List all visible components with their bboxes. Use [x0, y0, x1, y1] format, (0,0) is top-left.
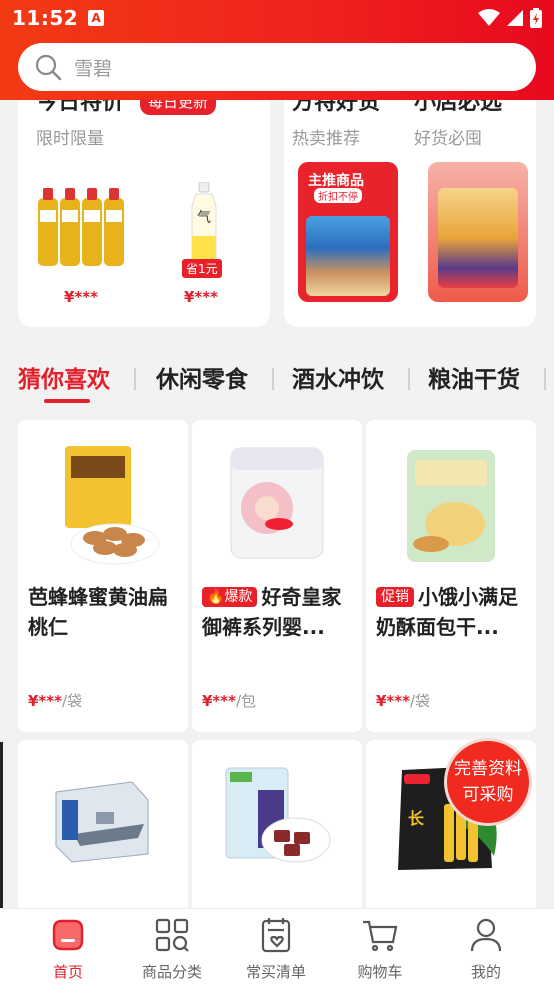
- almond-bag-image: [65, 446, 160, 565]
- tab-divider: [408, 368, 410, 390]
- list-icon: [261, 918, 291, 953]
- bread-snack-image: [407, 450, 495, 562]
- notification-icon: A: [88, 10, 105, 26]
- svg-text:气: 气: [197, 210, 211, 226]
- screen-edge: [0, 742, 3, 908]
- price-value: ¥***: [376, 692, 410, 710]
- product-price: ¥***/包: [202, 690, 256, 711]
- warship-model-box-image: [55, 781, 149, 863]
- deal-price-1: ¥***: [64, 288, 98, 306]
- complete-profile-button[interactable]: 完善资料 可采购: [444, 738, 532, 826]
- tab-divider: [272, 368, 274, 390]
- wifi-icon: [478, 9, 500, 26]
- nav-home[interactable]: 首页: [18, 915, 118, 982]
- status-time: 11:52: [12, 6, 79, 30]
- complete-profile-line2: 可采购: [462, 785, 514, 805]
- daily-deals-subtitle: 限时限量: [36, 129, 104, 149]
- svg-text:长: 长: [408, 809, 425, 828]
- nav-category[interactable]: 商品分类: [122, 915, 222, 982]
- nav-cart[interactable]: 购物车: [330, 915, 430, 982]
- product-name-text: 芭蜂蜂蜜黄油扁桃仁: [28, 585, 168, 639]
- promo-label-1: 主推商品: [308, 173, 364, 189]
- search-icon: [35, 54, 62, 81]
- nav-home-label: 首页: [52, 963, 83, 981]
- tea-bottles-image: [38, 188, 124, 266]
- product-name: 促销 小饿小满足奶酥面包干...: [376, 582, 530, 642]
- tag-text: 爆款: [224, 589, 253, 605]
- promo-label-2: 折扣不停: [314, 188, 362, 203]
- recommend-title: 方特好货: [292, 98, 381, 115]
- app-header: 11:52 A 雪碧: [0, 0, 554, 100]
- tab-grain-oil[interactable]: 粮油干货: [428, 360, 520, 394]
- product-card[interactable]: 🔥爆款 好奇皇家御裤系列婴... ¥***/包: [192, 420, 362, 732]
- cart-icon: [363, 920, 398, 952]
- daily-deals-card[interactable]: 今日特价 每日更新 限时限量 气 省1元 ¥*** ¥***: [18, 98, 270, 327]
- product-price: ¥***/袋: [28, 690, 82, 711]
- signal-icon: [507, 10, 523, 26]
- product-name: 🔥爆款 好奇皇家御裤系列婴...: [202, 582, 356, 642]
- promo-products-image: [306, 216, 390, 296]
- nav-frequent-list[interactable]: 常买清单: [226, 915, 326, 982]
- price-unit: /包: [235, 692, 257, 710]
- hot-tag: 🔥爆款: [202, 587, 258, 607]
- profile-icon: [470, 918, 502, 952]
- price-value: ¥***: [28, 692, 62, 710]
- recommend-subtitle: 热卖推荐: [292, 129, 360, 149]
- battery-icon: [530, 8, 542, 28]
- status-bar: 11:52 A: [0, 0, 554, 36]
- promo-tile-2[interactable]: [428, 162, 528, 302]
- nav-frequent-list-label: 常买清单: [245, 963, 306, 981]
- price-unit: /袋: [61, 692, 83, 710]
- soda-bottle-image: 气: [191, 182, 217, 263]
- category-icon: [155, 918, 189, 952]
- deal-price-2: ¥***: [184, 288, 218, 306]
- nav-category-label: 商品分类: [141, 963, 202, 981]
- status-icons: [478, 8, 542, 28]
- tab-snacks[interactable]: 休闲零食: [156, 360, 248, 394]
- bottom-nav: 首页 商品分类 常买清单 购物车 我的: [0, 908, 554, 984]
- save-tag: 省1元: [182, 259, 222, 278]
- daily-update-badge: 每日更新: [140, 98, 217, 115]
- complete-profile-line1: 完善资料: [454, 759, 522, 779]
- tab-drinks[interactable]: 酒水冲饮: [292, 360, 384, 394]
- product-card[interactable]: 芭蜂蜂蜜黄油扁桃仁 ¥***/袋: [18, 420, 188, 732]
- product-name: 芭蜂蜂蜜黄油扁桃仁: [28, 582, 182, 642]
- nav-profile[interactable]: 我的: [436, 915, 536, 982]
- product-price: ¥***/袋: [376, 690, 430, 711]
- price-value: ¥***: [202, 692, 236, 710]
- snack-bundle-image: [438, 188, 518, 288]
- promo-tag: 促销: [376, 587, 414, 607]
- category-tabs: 猜你喜欢 休闲零食 酒水冲饮 粮油干货: [0, 352, 554, 408]
- tab-guess-you-like[interactable]: 猜你喜欢: [18, 360, 110, 394]
- candy-pack-image: [225, 767, 331, 863]
- promo-tile-1[interactable]: 主推商品 折扣不停: [298, 162, 398, 302]
- must-pick-subtitle: 好货必囤: [414, 129, 482, 149]
- tab-divider: [134, 368, 136, 390]
- daily-deals-title: 今日特价: [36, 98, 125, 115]
- nav-cart-label: 购物车: [357, 963, 403, 981]
- tab-divider: [544, 368, 546, 390]
- home-icon: [52, 919, 84, 951]
- search-bar[interactable]: 雪碧: [18, 43, 536, 91]
- search-input[interactable]: 雪碧: [74, 54, 112, 81]
- diaper-pack-image: [230, 447, 324, 559]
- must-pick-title: 小店必选: [414, 98, 503, 115]
- nav-profile-label: 我的: [470, 963, 501, 981]
- recommend-card[interactable]: 方特好货 小店必选 热卖推荐 好货必囤 主推商品 折扣不停: [284, 98, 536, 327]
- active-tab-indicator: [44, 399, 90, 403]
- price-unit: /袋: [409, 692, 431, 710]
- product-card[interactable]: 促销 小饿小满足奶酥面包干... ¥***/袋: [366, 420, 536, 732]
